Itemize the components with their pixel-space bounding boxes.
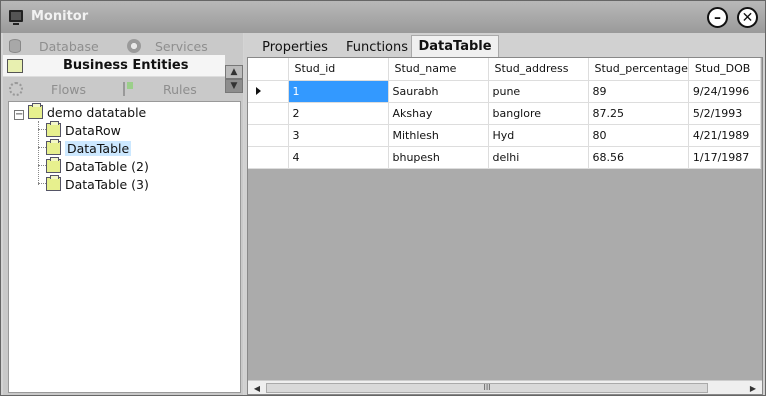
nav-services-label: Services [155,38,208,54]
table-cell[interactable]: 1 [288,80,389,103]
table-header-row: Stud_id Stud_name Stud_address Stud_perc… [248,58,761,81]
left-pane: Database Services Business Entities ▲ ▼ … [3,33,243,395]
table-cell[interactable]: delhi [488,146,589,169]
nav-row-top: Database Services [3,36,243,56]
right-pane: Properties Functions DataTable Stud_id S… [244,33,765,395]
table-cell[interactable]: 2 [288,102,389,125]
table-cell[interactable]: 4/21/1989 [688,124,761,147]
tree-node-label: DataTable (2) [65,158,149,174]
current-row-arrow-icon [256,86,261,95]
data-table: Stud_id Stud_name Stud_address Stud_perc… [248,58,761,169]
column-header[interactable]: Stud_id [288,58,389,81]
monitor-icon [9,10,23,25]
flows-icon [9,82,23,96]
minimize-button[interactable]: – [707,7,728,28]
folder-icon [46,157,61,173]
nav-row-bottom: Flows Rules [3,79,243,99]
row-header[interactable] [248,80,289,103]
nav-rules[interactable]: Rules [117,82,197,97]
table-cell[interactable]: Hyd [488,124,589,147]
row-header[interactable] [248,124,289,147]
tree-connector [38,129,46,130]
tree-node-datatable-2[interactable]: DataTable (2) [46,157,149,175]
table-cell[interactable]: Saurabh [388,80,489,103]
folder-icon [46,175,61,191]
nav-flows-label: Flows [51,81,87,97]
scroll-thumb[interactable]: III [266,383,708,393]
table-cell[interactable]: 1/17/1987 [688,146,761,169]
entity-tree: − demo datatable DataRow DataTable DataT… [8,101,241,393]
tree-connector [38,165,46,166]
nav-business-entities[interactable]: Business Entities [3,55,225,77]
scroll-left-icon[interactable]: ◀ [250,381,264,395]
nav-services[interactable]: Services [121,39,208,54]
table-cell[interactable]: 4 [288,146,389,169]
tree-connector [38,121,39,185]
collapse-toggle[interactable]: − [14,110,24,120]
nav-database-label: Database [39,38,99,54]
tree-node-datarow[interactable]: DataRow [46,121,121,139]
folder-icon [28,103,43,119]
tree-connector [38,147,46,148]
business-entities-icon [7,58,23,73]
folder-icon [46,139,61,155]
tree-node-root[interactable]: demo datatable [28,103,146,121]
tab-bar: Properties Functions DataTable [244,33,765,57]
table-cell[interactable]: Mithlesh [388,124,489,147]
horizontal-scrollbar[interactable]: ◀ III ▶ [248,380,762,394]
tab-datatable[interactable]: DataTable [411,35,499,57]
table-cell[interactable]: 9/24/1996 [688,80,761,103]
table-cell[interactable]: bhupesh [388,146,489,169]
tree-node-label: DataRow [65,122,121,138]
scroll-right-icon[interactable]: ▶ [746,381,760,395]
table-row[interactable]: 2 Akshay banglore 87.25 5/2/1993 [248,102,761,125]
row-header[interactable] [248,102,289,125]
column-header[interactable]: Stud_address [488,58,589,81]
window-title: Monitor [31,9,89,24]
column-header[interactable]: Stud_DOB [688,58,761,81]
tab-functions[interactable]: Functions [340,37,414,57]
nav-business-entities-label: Business Entities [63,58,189,73]
tree-node-datatable[interactable]: DataTable [46,139,132,157]
row-header[interactable] [248,146,289,169]
nav-rules-label: Rules [163,81,197,97]
table-cell[interactable]: Akshay [388,102,489,125]
title-bar[interactable]: Monitor – ✕ [1,1,765,33]
column-header[interactable]: Stud_percentage [588,58,689,81]
column-header[interactable]: Stud_name [388,58,489,81]
tree-node-root-label: demo datatable [47,104,147,120]
tab-properties[interactable]: Properties [252,37,338,57]
nav-scroll-up-button[interactable]: ▲ [225,65,243,79]
table-cell[interactable]: banglore [488,102,589,125]
tree-connector [38,183,46,184]
table-cell[interactable]: 87.25 [588,102,689,125]
table-row[interactable]: 4 bhupesh delhi 68.56 1/17/1987 [248,146,761,169]
data-grid: Stud_id Stud_name Stud_address Stud_perc… [247,57,763,395]
table-cell[interactable]: 89 [588,80,689,103]
folder-icon [46,121,61,137]
table-row[interactable]: 1 Saurabh pune 89 9/24/1996 [248,80,761,103]
table-cell[interactable]: 5/2/1993 [688,102,761,125]
flag-icon [123,82,133,96]
table-cell[interactable]: pune [488,80,589,103]
tree-node-datatable-3[interactable]: DataTable (3) [46,175,149,193]
table-cell[interactable]: 80 [588,124,689,147]
nav-database[interactable]: Database [3,39,121,54]
gear-icon [127,39,141,53]
table-cell[interactable]: 68.56 [588,146,689,169]
monitor-window: Monitor – ✕ Database Services Business E… [0,0,766,396]
table-cell[interactable]: 3 [288,124,389,147]
row-header-corner [248,58,289,81]
tree-node-label-selected: DataTable [65,140,132,156]
table-row[interactable]: 3 Mithlesh Hyd 80 4/21/1989 [248,124,761,147]
database-icon [9,39,21,53]
close-button[interactable]: ✕ [737,7,758,28]
tree-node-label: DataTable (3) [65,176,149,192]
nav-flows[interactable]: Flows [3,82,117,97]
